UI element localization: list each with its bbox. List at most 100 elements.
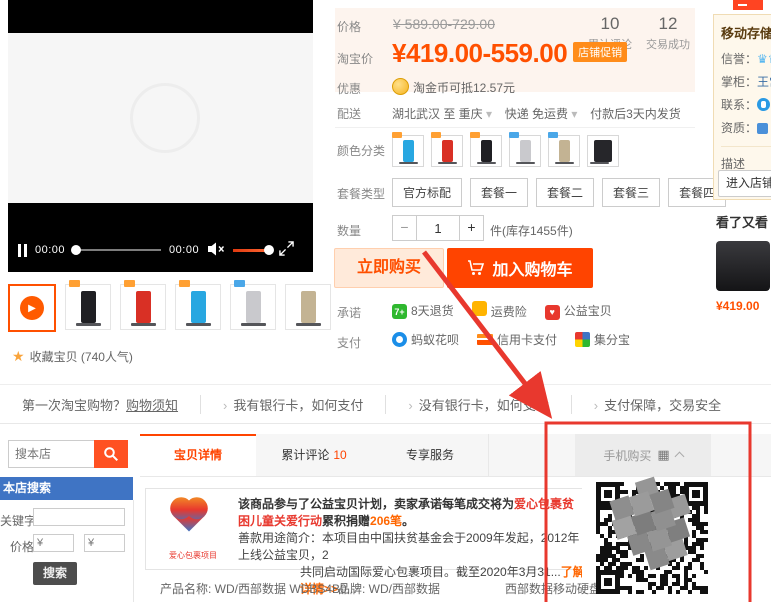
quantity-input[interactable]: [417, 215, 459, 241]
help-first-purchase: 第一次淘宝购物？购物须知: [0, 395, 201, 414]
caret-down-icon[interactable]: ▾: [571, 107, 577, 121]
keyword-label: 关键字: [0, 512, 36, 529]
star-icon: ★: [12, 348, 25, 365]
coupon-label: 优惠: [337, 80, 361, 97]
keyword-input[interactable]: [33, 508, 125, 526]
qr-code[interactable]: [596, 482, 708, 595]
product-image: [81, 291, 96, 323]
color-swatch-silver[interactable]: [509, 135, 541, 167]
swatch-tag: [470, 132, 480, 138]
delivery-method[interactable]: 快递 免运费: [505, 107, 568, 121]
swatch-image: [559, 140, 570, 162]
divider: [335, 127, 695, 128]
product-name-meta: 产品名称: WD/西部数据 WDBS4B0...: [160, 580, 357, 597]
arrow-right-icon: ›: [223, 398, 227, 413]
color-swatch-black[interactable]: [470, 135, 502, 167]
promise-label: 承诺: [337, 304, 361, 321]
swatch-image: [520, 140, 531, 162]
swatch-image: [442, 140, 453, 162]
also-viewed-product-image[interactable]: [716, 241, 770, 291]
product-image: [136, 291, 151, 323]
help-link-secure-pay[interactable]: ›支付保障，交易安全: [572, 395, 743, 414]
favorite-button[interactable]: ★ 收藏宝贝 (740人气): [12, 348, 133, 365]
wangwang-icon[interactable]: [757, 98, 770, 111]
caret-down-icon[interactable]: ▾: [486, 107, 492, 121]
thumbnail-product-silver[interactable]: [230, 284, 276, 330]
delivery-route[interactable]: 湖北武汉 至 重庆: [392, 107, 483, 121]
play-icon: ▶: [20, 296, 44, 320]
payment-label: 支付: [337, 334, 361, 351]
thumbnail-video[interactable]: ▶: [8, 284, 56, 332]
add-to-cart-button[interactable]: 加入购物车: [447, 248, 593, 288]
red-badge[interactable]: [733, 0, 763, 10]
color-swatch-gold[interactable]: [548, 135, 580, 167]
payment-creditcard[interactable]: 信用卡支付: [477, 331, 557, 348]
video-player[interactable]: 00:00 00:00: [8, 0, 313, 272]
shop-title[interactable]: 移动存储在: [721, 23, 771, 42]
coupon-row: 淘金币可抵12.57元: [392, 78, 515, 96]
pause-icon[interactable]: [18, 244, 27, 257]
filter-search-button[interactable]: 搜索: [33, 562, 77, 585]
volume-handle[interactable]: [264, 245, 274, 255]
enter-shop-button[interactable]: 进入店铺: [718, 170, 771, 197]
thumbnail-product-black[interactable]: [65, 284, 111, 330]
stat-deals[interactable]: 12 交易成功: [646, 14, 690, 52]
package-options: 官方标配 套餐一 套餐二 套餐三 套餐四: [392, 178, 726, 207]
package-option[interactable]: 套餐一: [470, 178, 528, 207]
brand-meta: 品牌: WD/西部数据: [338, 580, 440, 597]
thumbnail-product-red[interactable]: [120, 284, 166, 330]
promo-badge[interactable]: 店铺促销: [573, 42, 627, 62]
shop-search-input[interactable]: [8, 440, 94, 468]
color-swatch-blue[interactable]: [392, 135, 424, 167]
quantity-minus-button[interactable]: −: [392, 215, 417, 241]
taobao-price-label: 淘宝价: [337, 50, 373, 67]
payment-huabei[interactable]: 蚂蚁花呗: [392, 331, 459, 348]
help-link-no-card[interactable]: ›没有银行卡，如何支付: [386, 395, 571, 414]
buy-now-button[interactable]: 立即购买: [334, 248, 444, 288]
package-option[interactable]: 官方标配: [392, 178, 462, 207]
rating-label: 描述: [721, 146, 771, 172]
price-min-input[interactable]: [33, 534, 74, 552]
help-link-have-card[interactable]: ›我有银行卡，如何支付: [201, 395, 386, 414]
phone-buy-toggle[interactable]: 手机购买 ▦: [575, 434, 711, 476]
price-max-input[interactable]: [84, 534, 125, 552]
thumbnail-product-blue[interactable]: [175, 284, 221, 330]
shopping-guide-link[interactable]: 购物须知: [126, 398, 178, 413]
charity-fund-intro: 善款用途简介：本项目由中国扶贫基金会于2009年发起，2012年上线公益宝贝，2: [238, 530, 586, 564]
swatch-tag: [392, 132, 402, 138]
quantity-plus-button[interactable]: +: [459, 215, 484, 241]
qr-mini-icon: ▦: [657, 447, 669, 463]
color-swatch-red[interactable]: [431, 135, 463, 167]
product-image: [301, 291, 316, 323]
color-label: 颜色分类: [337, 142, 385, 159]
volume-slider[interactable]: [233, 249, 271, 252]
tab-reviews[interactable]: 累计评论10: [256, 434, 373, 476]
crown-icon: ♛♛: [757, 52, 771, 66]
mute-icon[interactable]: [207, 242, 225, 259]
promise-charity[interactable]: ♥公益宝贝: [545, 302, 612, 320]
shop-filter-panel: 关键字 价格 搜索: [0, 500, 134, 602]
promise-return[interactable]: 7+8天退货: [392, 302, 454, 320]
arrow-right-icon: ›: [594, 398, 598, 413]
promise-freight[interactable]: 运费险: [472, 301, 527, 320]
seller-cert-row: 资质：: [721, 119, 771, 136]
qr-finder: [596, 570, 620, 594]
progress-handle[interactable]: [71, 245, 81, 255]
video-progress-bar[interactable]: [73, 249, 161, 251]
swatch-image: [481, 140, 492, 162]
video-controls: 00:00 00:00: [8, 234, 313, 266]
thumb-badge: [234, 280, 245, 287]
thumbnail-product-gold[interactable]: [285, 284, 331, 330]
color-swatches: [392, 135, 619, 167]
package-option[interactable]: 套餐二: [536, 178, 594, 207]
fullscreen-icon[interactable]: [279, 241, 294, 259]
tab-item-detail[interactable]: 宝贝详情: [140, 434, 257, 476]
swatch-tag: [548, 132, 558, 138]
heart-logo-icon: [173, 500, 204, 531]
delivery-label: 配送: [337, 105, 361, 122]
tab-exclusive-service[interactable]: 专享服务: [372, 434, 489, 476]
package-option[interactable]: 套餐三: [602, 178, 660, 207]
color-swatch-dark[interactable]: [587, 135, 619, 167]
shop-search-button[interactable]: [94, 440, 128, 468]
payment-jifenbao[interactable]: 集分宝: [575, 331, 630, 348]
